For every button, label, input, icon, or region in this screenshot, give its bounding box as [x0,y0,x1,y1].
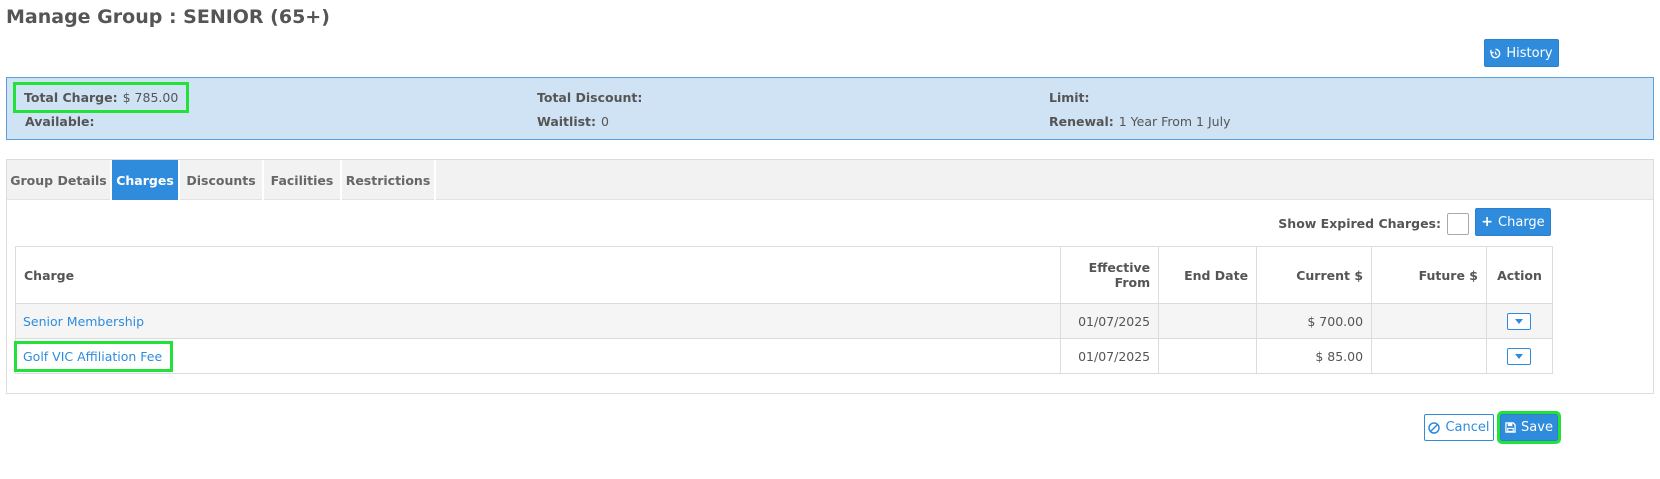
action-cell [1485,303,1554,339]
show-expired-checkbox[interactable] [1447,213,1469,235]
table-header-row: Charge Effective From End Date Current $… [14,246,1554,304]
tab-bar: Group Details Charges Discounts Faciliti… [7,160,1653,200]
tab-facilities[interactable]: Facilities [264,160,342,200]
available-label: Available: [25,114,95,129]
show-expired-label: Show Expired Charges: [1278,216,1441,231]
tab-charges[interactable]: Charges [112,160,180,200]
charges-table: Charge Effective From End Date Current $… [13,246,1554,374]
future-cell [1371,303,1487,339]
total-charge: Total Charge: $ 785.00 [12,82,190,113]
waitlist-value: 0 [601,114,609,129]
charge-cell: Golf VIC Affiliation Fee [13,338,1062,374]
charge-link-senior-membership[interactable]: Senior Membership [23,311,148,332]
current-cell: $ 85.00 [1256,338,1373,374]
total-charge-label: Total Charge: [24,90,118,105]
caret-down-icon [1515,354,1524,359]
table-row: Senior Membership 01/07/2025 $ 700.00 [14,303,1554,339]
page-title: Manage Group : SENIOR (65+) [6,6,330,28]
save-button[interactable]: Save [1497,411,1561,444]
end-date-cell [1158,303,1258,339]
row-action-dropdown[interactable] [1507,348,1532,365]
end-date-cell [1158,338,1258,374]
table-row: Golf VIC Affiliation Fee 01/07/2025 $ 85… [13,338,1554,374]
limit-label: Limit: [1049,90,1090,105]
add-charge-label: Charge [1498,214,1545,230]
waitlist: Waitlist: 0 [537,114,609,129]
total-charge-value: $ 785.00 [122,90,179,105]
col-current: Current $ [1256,246,1373,304]
tab-restrictions[interactable]: Restrictions [342,160,436,200]
waitlist-label: Waitlist: [537,114,597,129]
renewal-label: Renewal: [1049,114,1114,129]
renewal: Renewal: 1 Year From 1 July [1049,114,1230,129]
total-discount: Total Discount: [537,90,647,105]
tab-discounts[interactable]: Discounts [180,160,264,200]
history-icon [1490,48,1501,59]
add-charge-button[interactable]: + Charge [1475,208,1551,236]
col-end-date: End Date [1158,246,1258,304]
group-summary: Total Charge: $ 785.00 Total Discount: Li… [6,77,1654,140]
history-label: History [1506,45,1553,61]
plus-icon: + [1481,214,1494,230]
cancel-button[interactable]: Cancel [1424,414,1494,441]
col-effective-from: Effective From [1060,246,1160,304]
col-charge: Charge [14,246,1062,304]
future-cell [1371,338,1487,374]
current-cell: $ 700.00 [1256,303,1373,339]
effective-from-cell: 01/07/2025 [1060,338,1160,374]
effective-from-cell: 01/07/2025 [1060,303,1160,339]
group-panel: Group Details Charges Discounts Faciliti… [6,159,1654,394]
tab-group-details[interactable]: Group Details [7,160,112,200]
total-discount-label: Total Discount: [537,90,643,105]
renewal-value: 1 Year From 1 July [1118,114,1231,129]
ban-icon [1428,421,1441,434]
limit: Limit: [1049,90,1095,105]
row-action-dropdown[interactable] [1507,313,1532,330]
save-icon [1505,422,1516,433]
charge-cell: Senior Membership [14,303,1062,339]
caret-down-icon [1515,319,1524,324]
save-label: Save [1521,420,1553,435]
history-button[interactable]: History [1484,39,1559,67]
col-future: Future $ [1371,246,1487,304]
cancel-label: Cancel [1445,420,1490,435]
available: Available: [25,114,100,129]
action-cell [1485,338,1554,374]
col-action: Action [1485,246,1554,304]
charge-link-golf-vic-affiliation-fee[interactable]: Golf VIC Affiliation Fee [13,340,174,372]
